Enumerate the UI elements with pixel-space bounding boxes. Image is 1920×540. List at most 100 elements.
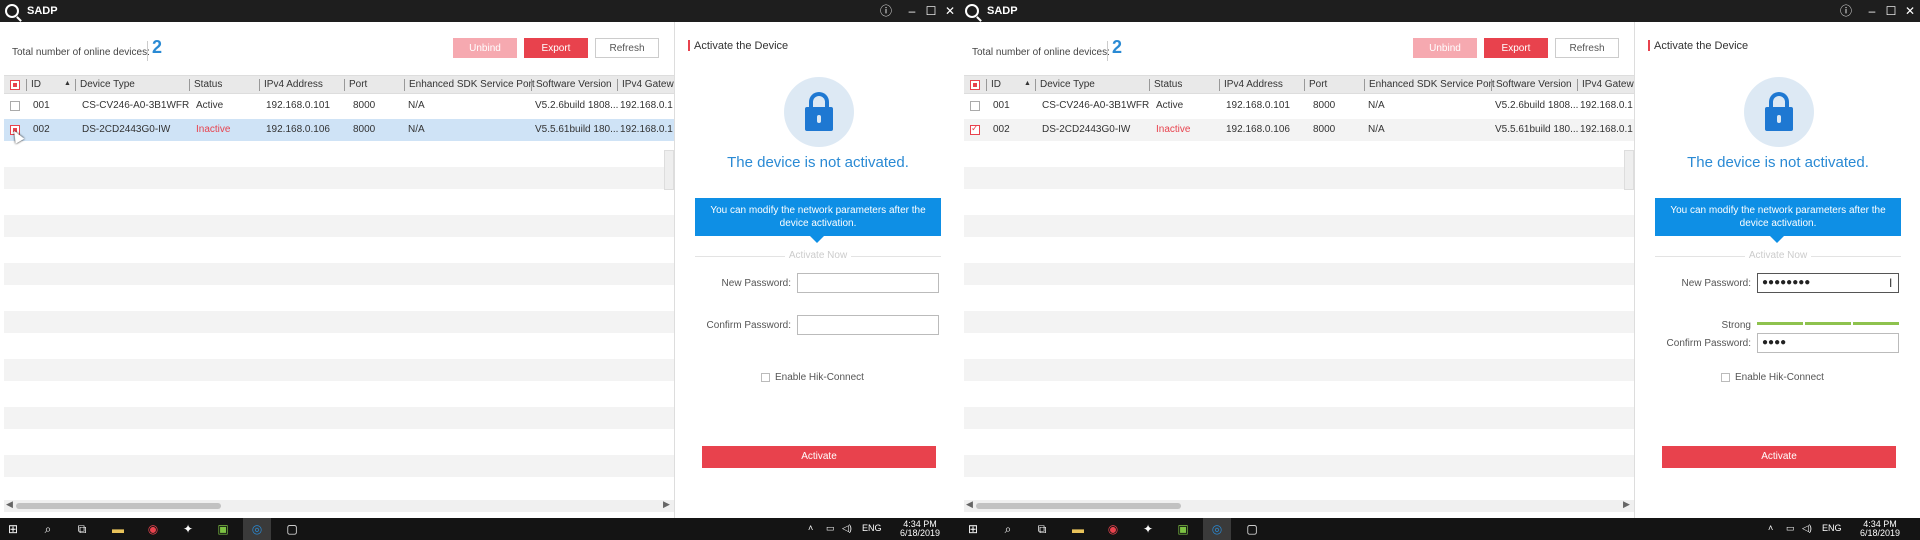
col-port[interactable]: Port [1309,79,1327,90]
cell-software-version: V5.2.6build 1808... [1495,100,1579,111]
table-row[interactable]: 001 CS-CV246-A0-3B1WFR Active 192.168.0.… [4,95,674,117]
table-row[interactable]: 001 CS-CV246-A0-3B1WFR Active 192.168.0.… [964,95,1634,117]
tray-chevron-icon[interactable]: ˄ [1768,523,1773,533]
cell-device-type: DS-2CD2443G0-IW [1042,124,1131,135]
app-icon[interactable]: ✦ [180,521,196,537]
minimize-icon[interactable]: – [903,2,921,20]
confirm-password-input[interactable] [797,315,939,335]
app-window-icon[interactable]: ▢ [1244,521,1260,537]
col-sdk-port[interactable]: Enhanced SDK Service Port [1369,79,1495,90]
table-row-selected[interactable]: 002 DS-2CD2443G0-IW Inactive 192.168.0.1… [4,119,674,141]
chrome-icon[interactable]: ◉ [1105,521,1121,537]
windows-start-icon[interactable]: ⊞ [5,521,21,537]
battery-icon[interactable]: ▭ [1786,523,1795,534]
sadp-taskbar-icon[interactable]: ◎ [249,521,265,537]
hik-connect-checkbox[interactable] [761,373,770,382]
select-all-checkbox[interactable] [10,80,20,90]
cell-device-type: DS-2CD2443G0-IW [82,124,171,135]
select-all-checkbox[interactable] [970,80,980,90]
col-status[interactable]: Status [194,79,222,90]
sort-asc-icon[interactable]: ▲ [1024,80,1031,87]
activate-button[interactable]: Activate [702,446,936,468]
panel-collapse-handle[interactable] [664,150,674,190]
col-port[interactable]: Port [349,79,367,90]
cell-ipv4-gateway: 192.168.0.1 [1580,124,1633,135]
scroll-left-icon[interactable]: ◀ [6,499,13,510]
close-icon[interactable]: ✕ [941,2,959,20]
table-row[interactable]: 002 DS-2CD2443G0-IW Inactive 192.168.0.1… [964,119,1634,141]
col-id[interactable]: ID [31,79,41,90]
close-icon[interactable]: ✕ [1901,2,1919,20]
new-password-input[interactable]: ●●●●●●●● [1757,273,1899,293]
empty-row [4,167,674,189]
minimize-icon[interactable]: – [1863,2,1881,20]
unbind-button[interactable]: Unbind [1413,38,1477,58]
app-window-icon[interactable]: ▢ [284,521,300,537]
search-icon[interactable]: ⌕ [1000,521,1016,537]
col-device-type[interactable]: Device Type [1040,79,1095,90]
volume-icon[interactable]: ◁) [1802,523,1812,534]
column-separator [189,79,190,91]
scroll-thumb[interactable] [16,503,221,509]
hik-connect-checkbox[interactable] [1721,373,1730,382]
row-checkbox-checked[interactable] [970,123,980,135]
scroll-right-icon[interactable]: ▶ [1623,499,1630,510]
col-sdk-port[interactable]: Enhanced SDK Service Port [409,79,535,90]
file-explorer-icon[interactable]: ▬ [1070,521,1086,537]
activate-button[interactable]: Activate [1662,446,1896,468]
unbind-button[interactable]: Unbind [453,38,517,58]
app-icon[interactable]: ✦ [1140,521,1156,537]
search-icon[interactable]: ⌕ [40,521,56,537]
refresh-button[interactable]: Refresh [595,38,659,58]
export-button[interactable]: Export [1484,38,1548,58]
info-icon[interactable]: ⓘ [877,2,895,20]
cell-sdk-port: N/A [408,124,425,135]
scroll-left-icon[interactable]: ◀ [966,499,973,510]
sort-asc-icon[interactable]: ▲ [64,80,71,87]
col-device-type[interactable]: Device Type [80,79,135,90]
green-app-icon[interactable]: ▣ [1175,521,1191,537]
horizontal-scrollbar[interactable]: ◀ ▶ [4,499,674,512]
volume-icon[interactable]: ◁) [842,523,852,534]
export-button[interactable]: Export [524,38,588,58]
chrome-icon[interactable]: ◉ [145,521,161,537]
language-indicator[interactable]: ENG [862,523,882,533]
refresh-button[interactable]: Refresh [1555,38,1619,58]
col-id[interactable]: ID [991,79,1001,90]
col-software-version[interactable]: Software Version [1496,79,1572,90]
task-view-icon[interactable]: ⧉ [74,521,90,537]
tray-chevron-icon[interactable]: ˄ [808,523,813,533]
maximize-icon[interactable]: ☐ [922,2,940,20]
scroll-right-icon[interactable]: ▶ [663,499,670,510]
clock[interactable]: 4:34 PM 6/18/2019 [1850,520,1910,538]
col-status[interactable]: Status [1154,79,1182,90]
info-icon[interactable]: ⓘ [1837,2,1855,20]
col-ipv4[interactable]: IPv4 Address [264,79,323,90]
col-ipv4[interactable]: IPv4 Address [1224,79,1283,90]
hik-connect-option[interactable]: Enable Hik-Connect [1721,372,1824,383]
scroll-thumb[interactable] [976,503,1181,509]
table-header: ID ▲ Device Type Status IPv4 Address Por… [964,75,1644,94]
maximize-icon[interactable]: ☐ [1882,2,1900,20]
horizontal-scrollbar[interactable]: ◀ ▶ [964,499,1634,512]
empty-row [964,263,1634,285]
sadp-taskbar-icon[interactable]: ◎ [1209,521,1225,537]
column-separator [1304,79,1305,91]
hik-connect-option[interactable]: Enable Hik-Connect [761,372,864,383]
windows-start-icon[interactable]: ⊞ [965,521,981,537]
row-checkbox[interactable] [970,101,980,111]
file-explorer-icon[interactable]: ▬ [110,521,126,537]
battery-icon[interactable]: ▭ [826,523,835,534]
language-indicator[interactable]: ENG [1822,523,1842,533]
green-app-icon[interactable]: ▣ [215,521,231,537]
panel-collapse-handle[interactable] [1624,150,1634,190]
task-view-icon[interactable]: ⧉ [1034,521,1050,537]
col-software-version[interactable]: Software Version [536,79,612,90]
clock-date: 6/18/2019 [899,528,941,538]
table-header: ID ▲ Device Type Status IPv4 Address Por… [4,75,684,94]
confirm-password-input[interactable]: ●●●● [1757,333,1899,353]
empty-row [4,215,674,237]
new-password-input[interactable] [797,273,939,293]
clock[interactable]: 4:34 PM 6/18/2019 [890,520,950,538]
row-checkbox[interactable] [10,101,20,111]
